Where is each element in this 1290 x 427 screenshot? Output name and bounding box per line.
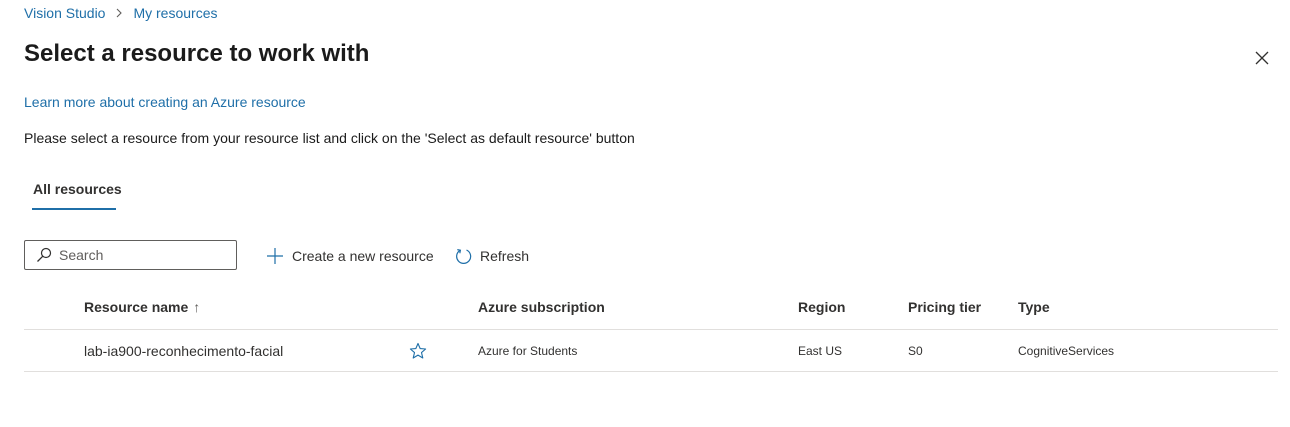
breadcrumb: Vision Studio My resources	[24, 4, 218, 22]
resource-name-link[interactable]: lab-ia900-reconhecimento-facial	[84, 343, 283, 359]
search-box[interactable]	[24, 240, 237, 270]
star-icon	[409, 342, 427, 359]
close-icon	[1255, 51, 1269, 65]
learn-more-link[interactable]: Learn more about creating an Azure resou…	[24, 94, 306, 110]
refresh-icon	[456, 249, 472, 264]
breadcrumb-my-resources[interactable]: My resources	[133, 5, 217, 21]
page-title: Select a resource to work with	[24, 40, 370, 67]
create-resource-button[interactable]: Create a new resource	[266, 245, 434, 267]
instructions-text: Please select a resource from your resou…	[24, 130, 635, 146]
breadcrumb-vision-studio[interactable]: Vision Studio	[24, 5, 105, 21]
column-header-pricing-tier: Pricing tier	[908, 299, 982, 315]
tab-all-resources[interactable]: All resources	[33, 181, 122, 197]
search-input[interactable]	[59, 247, 209, 263]
refresh-button[interactable]: Refresh	[455, 245, 529, 267]
table-row-divider	[24, 371, 1278, 372]
chevron-right-icon	[115, 8, 123, 18]
search-icon	[37, 247, 52, 262]
column-header-label: Resource name	[84, 299, 189, 315]
cell-region: East US	[798, 344, 843, 358]
create-resource-label: Create a new resource	[292, 248, 434, 264]
plus-icon	[267, 248, 283, 264]
sort-ascending-icon: ↑	[193, 299, 201, 315]
favorite-button[interactable]	[409, 342, 427, 360]
tab-selected-indicator	[32, 208, 116, 210]
cell-azure-subscription: Azure for Students	[478, 344, 578, 358]
column-header-type: Type	[1018, 299, 1050, 315]
cell-pricing-tier: S0	[908, 344, 923, 358]
column-header-resource-name[interactable]: Resource name ↑	[84, 299, 200, 315]
cell-type: CognitiveServices	[1018, 344, 1115, 358]
close-button[interactable]	[1252, 48, 1272, 68]
refresh-label: Refresh	[480, 248, 530, 264]
column-header-region: Region	[798, 299, 846, 315]
column-header-azure-subscription: Azure subscription	[478, 299, 605, 315]
